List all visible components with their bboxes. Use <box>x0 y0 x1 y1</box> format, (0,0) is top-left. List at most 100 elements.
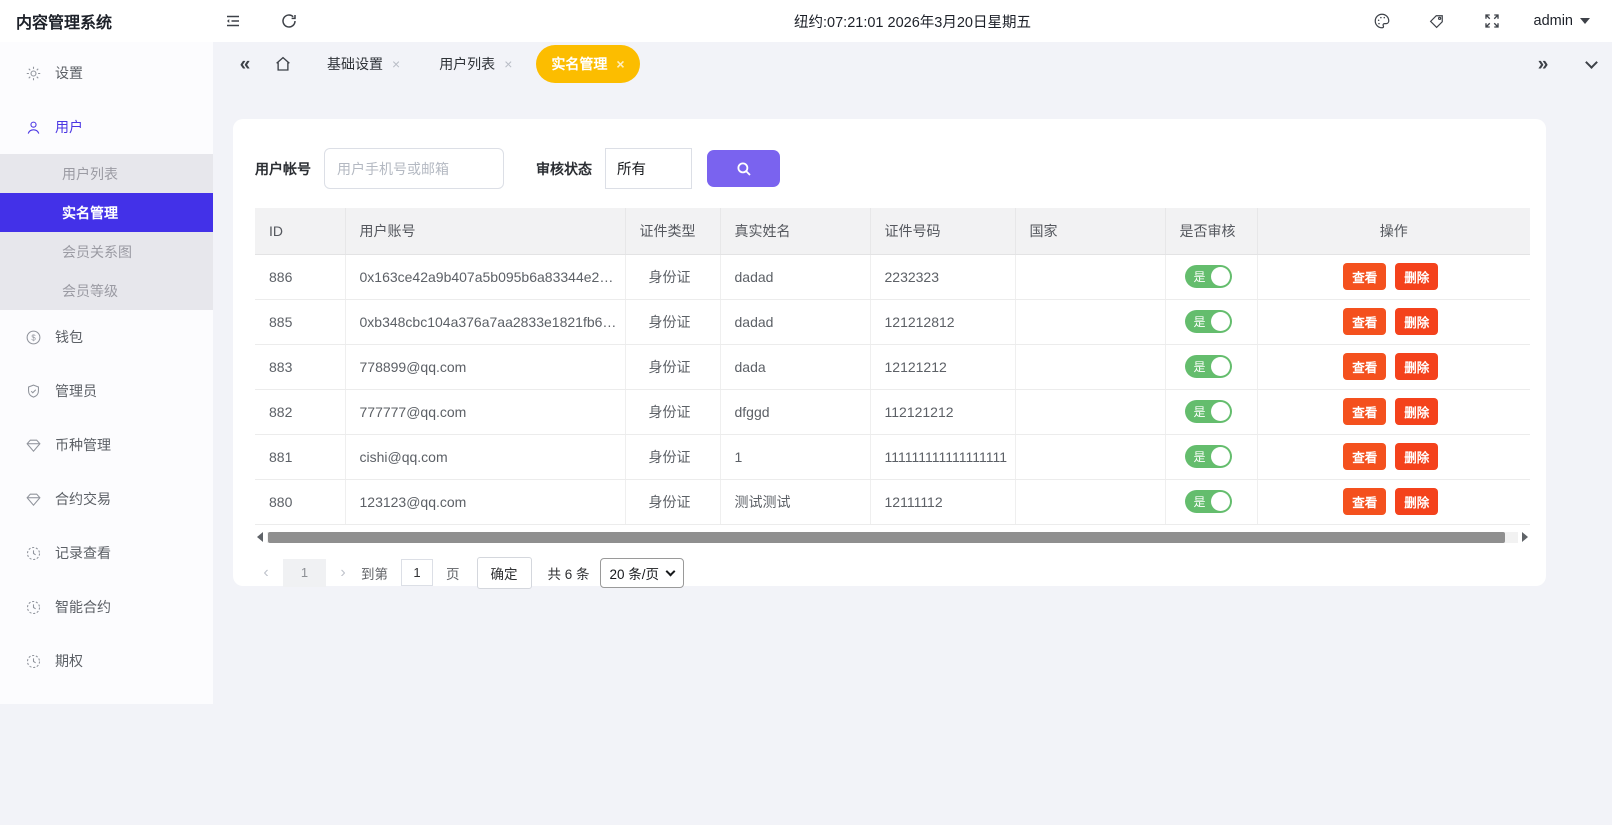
audit-toggle[interactable]: 是 <box>1185 310 1232 333</box>
cell-actions: 查看删除 <box>1257 434 1530 479</box>
sidebar-item-label: 币种管理 <box>55 435 111 455</box>
page-1-button[interactable]: 1 <box>283 559 326 587</box>
cell-account: 0xb348cbc104a376a7aa2833e1821fb61... <box>345 299 625 344</box>
close-icon[interactable]: × <box>616 57 624 71</box>
view-button[interactable]: 查看 <box>1343 488 1386 515</box>
tab-realname-management[interactable]: 实名管理 × <box>536 45 639 83</box>
view-button[interactable]: 查看 <box>1343 353 1386 380</box>
tabs-menu-icon[interactable] <box>1585 56 1598 69</box>
cell-id-number: 12121212 <box>870 344 1015 389</box>
audit-toggle[interactable]: 是 <box>1185 265 1232 288</box>
cell-id-number: 111111111111111111 <box>870 434 1015 479</box>
sidebar-subitem-user-list[interactable]: 用户列表 <box>0 154 213 193</box>
page-size-value: 20 条/页 <box>610 563 660 583</box>
scroll-left-arrow-icon[interactable] <box>255 531 265 544</box>
cell-audited: 是 <box>1165 299 1257 344</box>
confirm-button[interactable]: 确定 <box>477 557 532 589</box>
close-icon[interactable]: × <box>392 57 400 71</box>
cell-country <box>1015 299 1165 344</box>
delete-button[interactable]: 删除 <box>1395 308 1438 335</box>
fullscreen-icon[interactable] <box>1465 0 1520 42</box>
horizontal-scrollbar[interactable] <box>255 531 1530 544</box>
scroll-right-arrow-icon[interactable] <box>1520 531 1530 544</box>
delete-button[interactable]: 删除 <box>1395 443 1438 470</box>
audit-toggle[interactable]: 是 <box>1185 445 1232 468</box>
palette-icon[interactable] <box>1355 0 1410 42</box>
view-button[interactable]: 查看 <box>1343 398 1386 425</box>
user-menu[interactable]: admin <box>1534 13 1591 29</box>
sidebar-item-smart-contract[interactable]: 智能合约 <box>0 580 213 634</box>
app-title: 内容管理系统 <box>0 9 213 33</box>
sidebar-item-label: 管理员 <box>55 381 97 401</box>
page-size-select[interactable]: 20 条/页 <box>600 558 685 588</box>
sidebar-item-administrators[interactable]: 管理员 <box>0 364 213 418</box>
col-id: ID <box>255 208 345 254</box>
collapse-menu-icon[interactable] <box>213 0 253 42</box>
tab-basic-settings[interactable]: 基础设置 × <box>312 45 415 83</box>
table-row: 881cishi@qq.com身份证1111111111111111111是查看… <box>255 434 1530 479</box>
cell-real-name: 测试测试 <box>720 479 870 524</box>
view-button[interactable]: 查看 <box>1343 443 1386 470</box>
sidebar-subitem-member-level[interactable]: 会员等级 <box>0 271 213 310</box>
tab-user-list[interactable]: 用户列表 × <box>424 45 527 83</box>
cell-id-type: 身份证 <box>625 299 720 344</box>
sidebar-subitem-member-relation-map[interactable]: 会员关系图 <box>0 232 213 271</box>
tab-label: 基础设置 <box>327 54 383 74</box>
goto-page-input[interactable] <box>401 559 433 586</box>
cell-id-type: 身份证 <box>625 344 720 389</box>
cell-country <box>1015 479 1165 524</box>
table-row: 8860x163ce42a9b407a5b095b6a83344e25...身份… <box>255 254 1530 299</box>
account-label: 用户帐号 <box>255 159 311 179</box>
cell-id: 883 <box>255 344 345 389</box>
prev-page-icon[interactable]: ‹ <box>255 564 277 582</box>
delete-button[interactable]: 删除 <box>1395 353 1438 380</box>
sidebar-item-options[interactable]: 期权 <box>0 634 213 688</box>
tag-icon[interactable] <box>1410 0 1465 42</box>
tabs-scroll-left-icon[interactable]: « <box>227 55 263 74</box>
sidebar-item-label: 用户 <box>55 117 83 137</box>
table-header-row: ID 用户账号 证件类型 真实姓名 证件号码 国家 是否审核 操作 <box>255 208 1530 254</box>
sidebar-subitem-realname-management[interactable]: 实名管理 <box>0 193 213 232</box>
filter-bar: 用户帐号 审核状态 所有 <box>233 119 1546 208</box>
scrollbar-thumb[interactable] <box>268 532 1505 543</box>
account-input[interactable] <box>324 148 504 189</box>
col-account: 用户账号 <box>345 208 625 254</box>
view-button[interactable]: 查看 <box>1343 308 1386 335</box>
search-icon <box>735 160 753 178</box>
page-unit-label: 页 <box>446 563 460 583</box>
status-select[interactable]: 所有 <box>605 148 692 189</box>
delete-button[interactable]: 删除 <box>1395 263 1438 290</box>
col-id-number: 证件号码 <box>870 208 1015 254</box>
content-card: 用户帐号 审核状态 所有 <box>233 119 1546 586</box>
cell-country <box>1015 389 1165 434</box>
sidebar-item-settings[interactable]: 设置 <box>0 46 213 100</box>
realname-table: ID 用户账号 证件类型 真实姓名 证件号码 国家 是否审核 操作 8860x1… <box>255 208 1530 525</box>
pagination: ‹ 1 › 到第 页 确定 共 6 条 20 条/页 <box>255 557 1524 589</box>
cell-id-type: 身份证 <box>625 479 720 524</box>
close-icon[interactable]: × <box>504 57 512 71</box>
sidebar-item-wallet[interactable]: $钱包 <box>0 310 213 364</box>
cell-audited: 是 <box>1165 434 1257 479</box>
cell-id: 880 <box>255 479 345 524</box>
search-button[interactable] <box>707 150 780 187</box>
delete-button[interactable]: 删除 <box>1395 488 1438 515</box>
col-audited: 是否审核 <box>1165 208 1257 254</box>
sidebar-item-currency-management[interactable]: 币种管理 <box>0 418 213 472</box>
tabs-scroll-right-icon[interactable]: » <box>1525 55 1561 74</box>
next-page-icon[interactable]: › <box>332 564 354 582</box>
home-icon[interactable] <box>263 55 303 73</box>
refresh-icon[interactable] <box>269 0 309 42</box>
sidebar-item-contract-trading[interactable]: 合约交易 <box>0 472 213 526</box>
scrollbar-track[interactable] <box>267 532 1518 543</box>
audit-toggle[interactable]: 是 <box>1185 490 1232 513</box>
cell-id: 881 <box>255 434 345 479</box>
cell-real-name: dfggd <box>720 389 870 434</box>
sidebar-subitem-label: 实名管理 <box>62 203 118 223</box>
sidebar-item-users[interactable]: 用户 <box>0 100 213 154</box>
view-button[interactable]: 查看 <box>1343 263 1386 290</box>
delete-button[interactable]: 删除 <box>1395 398 1438 425</box>
audit-toggle[interactable]: 是 <box>1185 400 1232 423</box>
sidebar-submenu: 用户列表实名管理会员关系图会员等级 <box>0 154 213 310</box>
audit-toggle[interactable]: 是 <box>1185 355 1232 378</box>
sidebar-item-record-view[interactable]: 记录查看 <box>0 526 213 580</box>
